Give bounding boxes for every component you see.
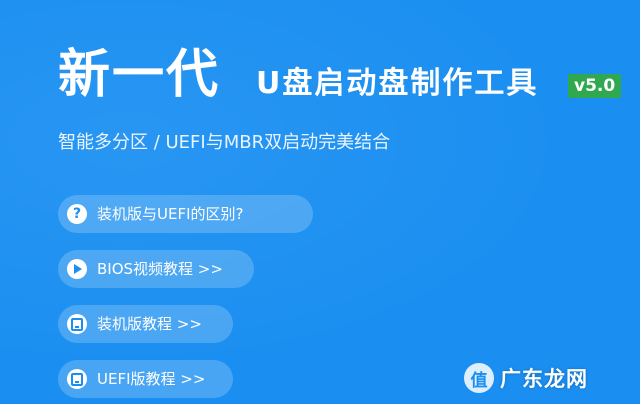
install-tutorial-label: 装机版教程 >> xyxy=(97,315,202,333)
watermark-text: 广东龙网 xyxy=(500,367,588,391)
play-icon xyxy=(67,259,87,279)
uefi-tutorial-button[interactable]: UEFI版教程 >> xyxy=(58,360,233,398)
page-title: 新一代 xyxy=(58,45,221,105)
bios-video-tutorial-button[interactable]: BIOS视频教程 >> xyxy=(58,250,254,288)
install-tutorial-button[interactable]: 装机版教程 >> xyxy=(58,305,233,343)
document-icon xyxy=(67,369,87,389)
uefi-tutorial-label: UEFI版教程 >> xyxy=(97,370,206,388)
watermark: 值 广东龙网 xyxy=(464,360,588,396)
version-badge: v5.0 xyxy=(568,74,622,98)
document-icon xyxy=(67,314,87,334)
watermark-logo-icon: 值 xyxy=(464,363,494,393)
uefi-difference-label: 装机版与UEFI的区别? xyxy=(97,205,244,223)
uefi-difference-button[interactable]: ? 装机版与UEFI的区别? xyxy=(58,195,313,233)
tagline: 智能多分区 / UEFI与MBR双启动完美结合 xyxy=(58,132,391,153)
bios-video-tutorial-label: BIOS视频教程 >> xyxy=(97,260,223,278)
question-icon: ? xyxy=(67,204,87,224)
page-subtitle: U盘启动盘制作工具 xyxy=(256,66,539,101)
